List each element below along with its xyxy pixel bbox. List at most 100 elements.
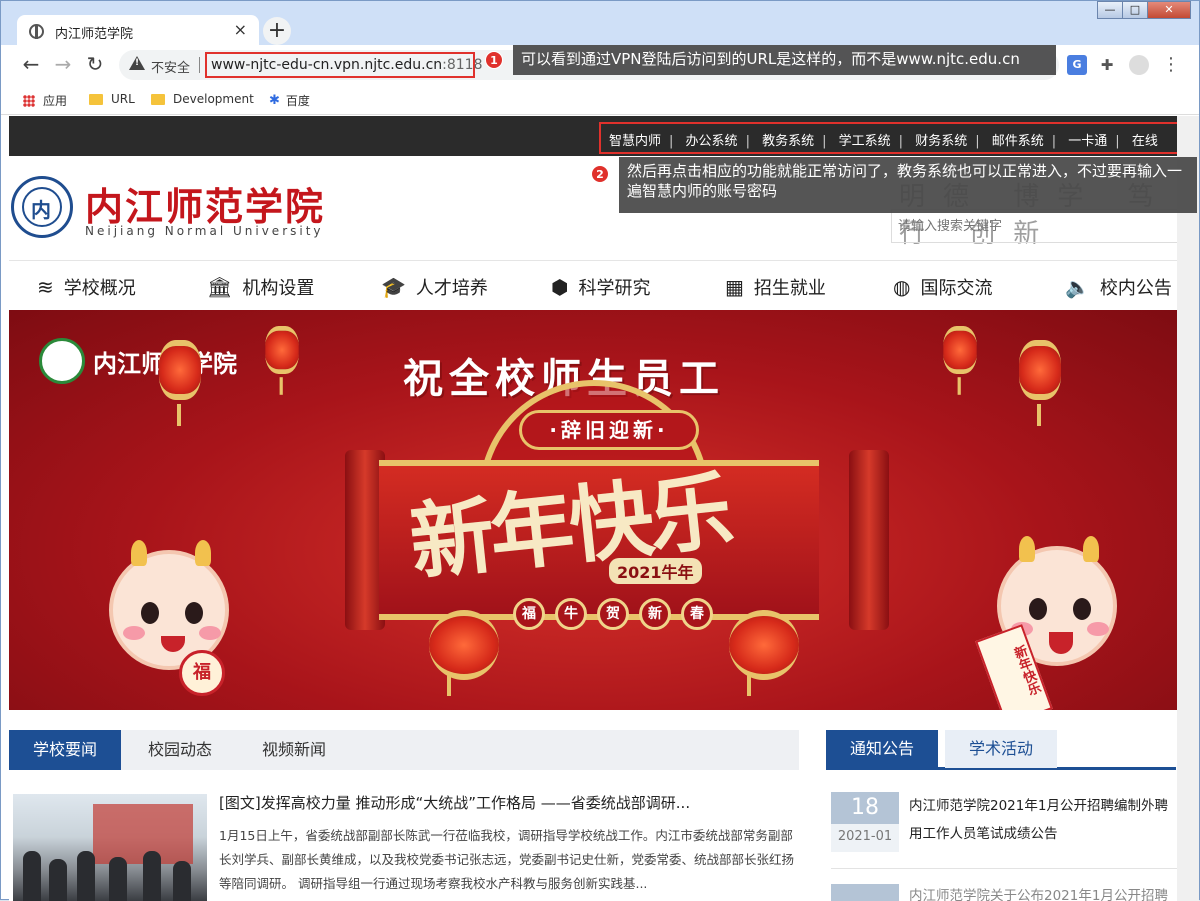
globe-icon: ◍	[893, 275, 911, 299]
window-close-button[interactable]: ✕	[1147, 1, 1191, 19]
omnibox-separator	[199, 57, 200, 73]
university-seal-icon[interactable]	[11, 176, 73, 238]
bookmark-label: URL	[111, 92, 135, 106]
browser-tab[interactable]: 内江师范学院 ×	[17, 15, 259, 47]
separator: |	[975, 134, 980, 149]
page-scrollbar[interactable]	[1177, 116, 1199, 901]
maximize-button[interactable]: □	[1122, 1, 1148, 19]
forward-button[interactable]: →	[51, 53, 75, 77]
url-highlight-box[interactable]: www-njtc-edu-cn.vpn.njtc.edu.cn:8118	[205, 52, 483, 78]
annotation-callout-2: 然后再点击相应的功能就能正常访问了，教务系统也可以正常进入，不过要再输入一遍智慧…	[619, 157, 1197, 213]
banner-year: 2021牛年	[609, 558, 702, 584]
banner-coin: 新	[639, 598, 671, 630]
banner-coin: 福	[513, 598, 545, 630]
back-button[interactable]: ←	[19, 53, 43, 77]
tab-school-news[interactable]: 学校要闻	[9, 730, 122, 770]
tab-notices[interactable]: 通知公告	[826, 730, 939, 768]
browser-window: 内江师范学院 × + — □ ✕ ← → ↻ 不安全 www-njtc-edu-…	[0, 0, 1200, 901]
tab-close-icon[interactable]: ×	[234, 20, 247, 39]
toplink-academic-affairs[interactable]: 教务系统	[762, 134, 814, 149]
notice-date: 18 2021-01	[831, 792, 899, 852]
book-icon: ⬢	[551, 275, 569, 299]
tab-video-news[interactable]: 视频新闻	[238, 730, 350, 770]
search-input[interactable]	[892, 210, 1177, 242]
top-links-bar: 智慧内师 | 办公系统 | 教务系统 | 学工系统 | 财务系统 | 邮件系统 | 一卡通 |…	[9, 116, 1177, 156]
nav-organization[interactable]: 🏛 机构设置	[207, 274, 314, 300]
bookmark-label: Development	[173, 92, 254, 106]
toplink-mail[interactable]: 邮件系统	[992, 134, 1044, 149]
translate-icon[interactable]: G	[1067, 55, 1087, 75]
separator: |	[1051, 134, 1057, 149]
toplink-student-affairs[interactable]: 学工系统	[839, 134, 891, 149]
bookmark-label: 百度	[285, 94, 310, 108]
bookmarks-bar: 应用 URL Development ✱ 百度	[1, 85, 1199, 115]
nav-label: 国际交流	[920, 278, 993, 299]
toplink-finance[interactable]: 财务系统	[915, 134, 967, 149]
institution-icon: 🏛	[207, 275, 233, 299]
banner-coin: 牛	[555, 598, 587, 630]
banner-seal-icon	[39, 338, 85, 384]
nav-campus-notice[interactable]: 🔈 校内公告	[1065, 274, 1172, 300]
separator: |	[822, 134, 827, 149]
tab-strip: 内江师范学院 × + — □ ✕	[1, 1, 1199, 47]
separator: |	[669, 134, 674, 149]
notice-item-link[interactable]: 内江师范学院2021年1月公开招聘编制外聘用工作人员笔试成绩公告	[909, 792, 1177, 848]
board-icon: ▦	[725, 275, 744, 299]
notice-divider	[831, 868, 1177, 869]
warning-icon	[129, 56, 145, 70]
reload-button[interactable]: ↻	[83, 53, 107, 77]
news-summary: 1月15日上午，省委统战部副部长陈武一行莅临我校，调研指导学校统战工作。内江市委…	[219, 828, 795, 891]
globe-icon	[29, 24, 44, 39]
university-cn-name[interactable]: 内江师范学院	[85, 176, 325, 231]
nav-talent-training[interactable]: 🎓 人才培养	[381, 274, 488, 300]
notice-item-link[interactable]: 内江师范学院关于公布2021年1月公开招聘	[909, 884, 1177, 901]
toplink-smart-neishi[interactable]: 智慧内师	[609, 134, 661, 149]
minimize-button[interactable]: —	[1097, 1, 1123, 19]
top-links-highlight-box: 智慧内师 | 办公系统 | 教务系统 | 学工系统 | 财务系统 | 邮件系统 | 一卡通 |…	[599, 122, 1177, 154]
nav-label: 科学研究	[578, 278, 651, 299]
tab-campus-dynamics[interactable]: 校园动态	[124, 730, 236, 770]
toplink-online[interactable]: 在线	[1132, 134, 1158, 149]
nav-label: 招生就业	[753, 278, 826, 299]
notice-date	[831, 884, 899, 901]
nav-school-overview[interactable]: ≋ 学校概况	[37, 274, 136, 300]
folder-icon	[89, 93, 103, 105]
annotation-callout-1: 可以看到通过VPN登陆后访问到的URL是这样的，而不是www.njtc.edu.…	[513, 45, 1056, 75]
notice-day: 18	[831, 792, 899, 824]
bookmark-url[interactable]: URL	[89, 92, 135, 106]
menu-icon[interactable]: ⋮	[1161, 55, 1181, 75]
bookmark-apps[interactable]: 应用	[23, 92, 67, 109]
toplink-office[interactable]: 办公系统	[686, 134, 738, 149]
annotation-badge-1: 1	[485, 51, 503, 69]
top-links-row: 智慧内师 | 办公系统 | 教务系统 | 学工系统 | 财务系统 | 邮件系统 | 一卡通 |…	[609, 130, 1166, 149]
avatar[interactable]	[1129, 55, 1149, 75]
toplink-campus-card[interactable]: 一卡通	[1068, 134, 1107, 149]
nav-research[interactable]: ⬢ 科学研究	[551, 274, 650, 300]
nav-international[interactable]: ◍ 国际交流	[893, 274, 992, 300]
bookmark-label: 应用	[43, 94, 68, 108]
tab-academic-events[interactable]: 学术活动	[945, 730, 1058, 768]
fu-badge: 福	[179, 650, 225, 696]
baidu-paw-icon: ✱	[269, 93, 280, 108]
graduation-cap-icon: 🎓	[381, 275, 406, 299]
bookmark-baidu[interactable]: ✱ 百度	[269, 92, 310, 109]
university-en-name: Neijiang Normal University	[85, 224, 324, 238]
bookmark-development[interactable]: Development	[151, 92, 254, 106]
new-year-banner[interactable]: 内江师范学院 祝全校师生员工 ·辞旧迎新· 新年快乐 2021牛年 福 牛 贺 …	[9, 310, 1177, 710]
notice-month: 2021-01	[837, 829, 893, 844]
nav-label: 人才培养	[415, 278, 488, 299]
url-port: :8118	[442, 57, 483, 73]
site-search	[891, 209, 1177, 243]
banner-plaque: ·辞旧迎新·	[519, 410, 699, 450]
news-headline-link[interactable]: [图文]发挥高校力量 推动形成“大统战”工作格局 ——省委统战部调研...	[219, 792, 690, 813]
url-text[interactable]: www-njtc-edu-cn.vpn.njtc.edu.cn:8118	[211, 57, 483, 73]
new-tab-button[interactable]: +	[263, 17, 291, 45]
main-nav: ≋ 学校概况 🏛 机构设置 🎓 人才培养 ⬢ 科学研究 ▦ 招生就业 ◍ 国际交流 🔈 校内公…	[9, 260, 1177, 310]
nav-admissions-employment[interactable]: ▦ 招生就业	[725, 274, 826, 300]
lantern-icon	[943, 326, 977, 395]
folder-icon	[151, 93, 165, 105]
puzzle-icon[interactable]: ✚	[1097, 55, 1117, 75]
layers-icon: ≋	[37, 275, 54, 299]
news-thumbnail[interactable]	[13, 794, 207, 901]
window-controls: — □ ✕	[1097, 1, 1191, 21]
